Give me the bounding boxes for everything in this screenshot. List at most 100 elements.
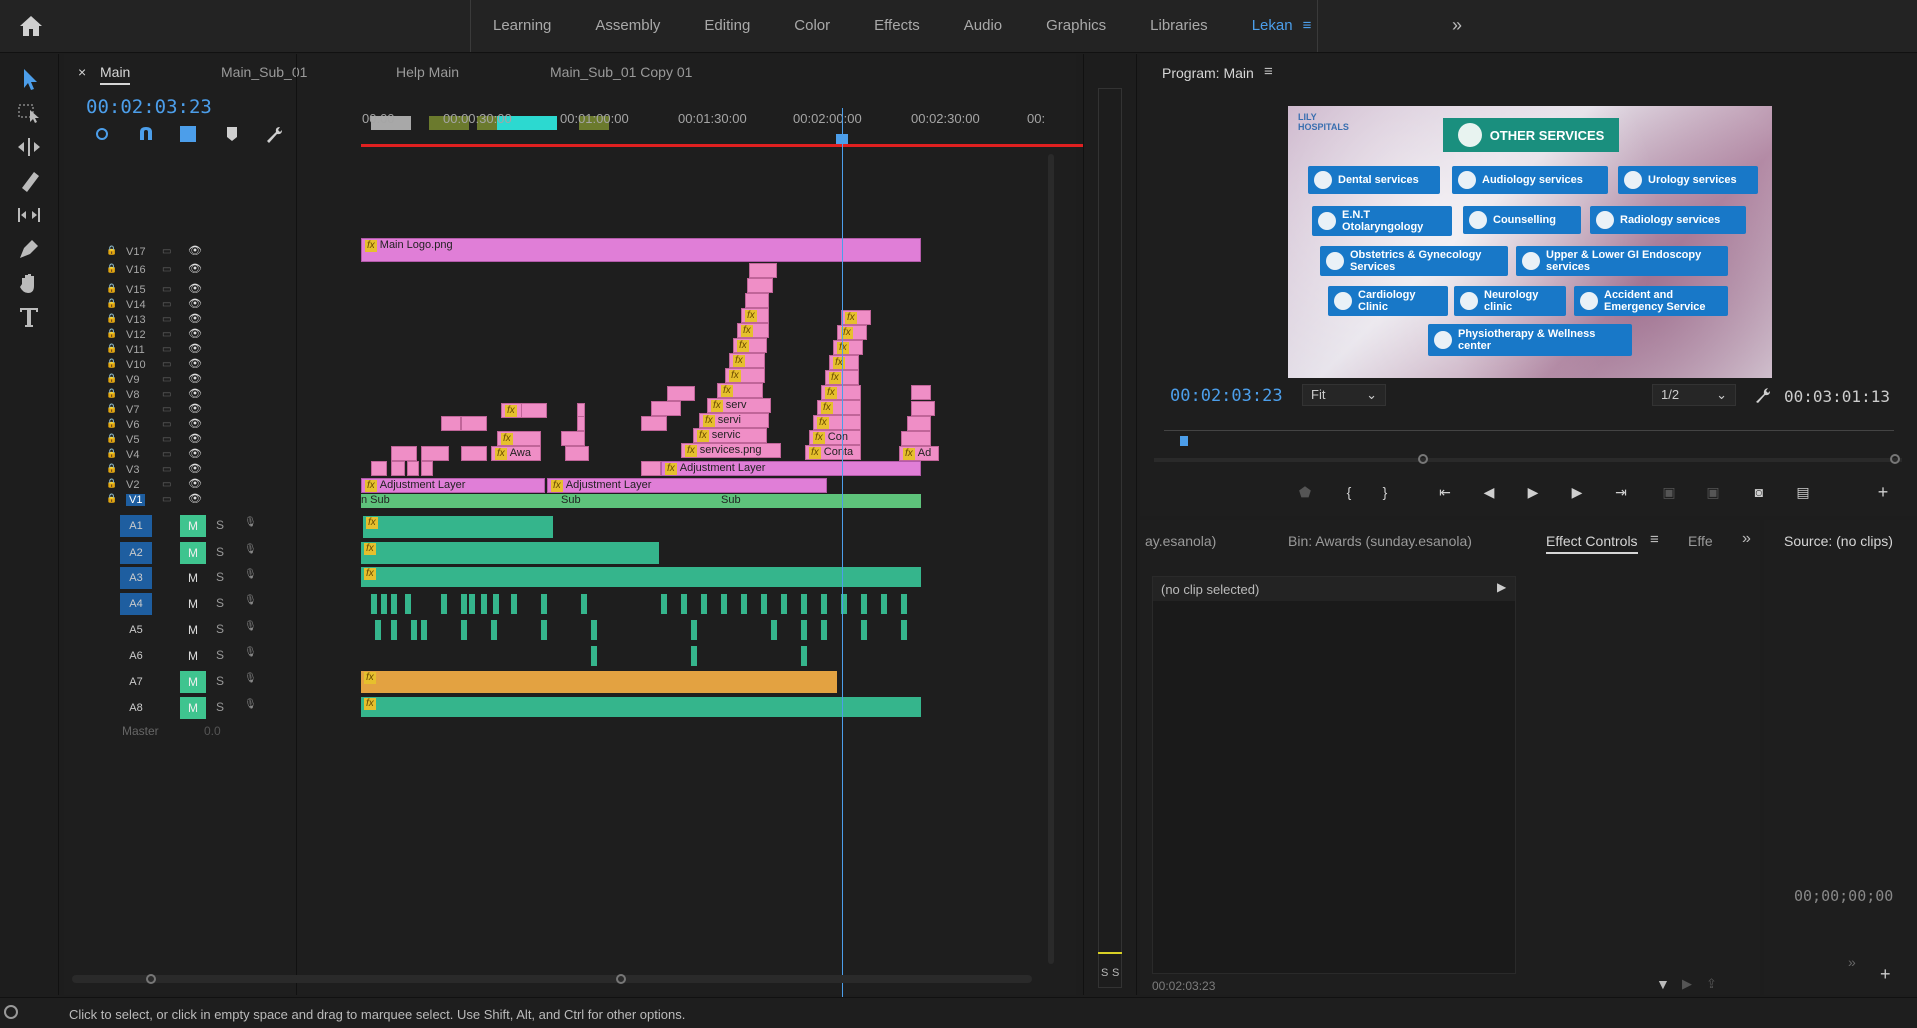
pink-clip[interactable]: fx: [725, 368, 765, 383]
pink-clip[interactable]: fx: [501, 403, 523, 418]
audio-waveform-clip[interactable]: [371, 594, 377, 614]
audio-waveform-clip[interactable]: [881, 594, 887, 614]
solo-button[interactable]: S: [216, 596, 224, 610]
pink-clip[interactable]: [911, 401, 935, 416]
eye-icon[interactable]: 👁: [188, 447, 202, 460]
workspace-menu-icon[interactable]: ≡: [1303, 0, 1312, 52]
solo-button[interactable]: S: [216, 700, 224, 714]
audio-waveform-clip[interactable]: [405, 594, 411, 614]
tab-main-sub-01[interactable]: Main_Sub_01: [221, 64, 307, 80]
track-name[interactable]: V9: [126, 374, 139, 386]
solo-right[interactable]: S: [1112, 967, 1119, 979]
filter-icon[interactable]: ▼: [1656, 976, 1670, 992]
pink-clip[interactable]: [441, 416, 461, 431]
audio-waveform-clip[interactable]: [469, 594, 475, 614]
track-select-tool-icon[interactable]: [16, 100, 42, 126]
pink-clip[interactable]: fx: [741, 308, 769, 323]
eye-icon[interactable]: 👁: [188, 417, 202, 430]
audio-waveform-clip[interactable]: [771, 620, 777, 640]
sync-lock-icon[interactable]: ▭: [162, 419, 171, 430]
eye-icon[interactable]: 👁: [188, 297, 202, 310]
wrench-icon[interactable]: [264, 124, 284, 144]
tab-bin-partial[interactable]: ay.esanola): [1145, 533, 1216, 549]
pink-clip[interactable]: fx Conta: [805, 445, 861, 460]
type-tool-icon[interactable]: [16, 304, 42, 330]
audio-waveform-clip[interactable]: [541, 594, 547, 614]
eye-icon[interactable]: 👁: [188, 492, 202, 505]
audio-waveform-clip[interactable]: [691, 620, 697, 640]
pink-clip[interactable]: fx: [841, 310, 871, 325]
pink-clip[interactable]: [901, 431, 931, 446]
lock-icon[interactable]: 🔒: [106, 343, 117, 354]
v1-clip[interactable]: Sub: [721, 494, 841, 508]
sync-lock-icon[interactable]: ▭: [162, 359, 171, 370]
audio-waveform-clip[interactable]: [441, 594, 447, 614]
go-to-in-icon[interactable]: ⇤: [1436, 483, 1454, 501]
solo-button[interactable]: S: [216, 648, 224, 662]
mic-icon[interactable]: 🎙: [244, 621, 257, 632]
sync-lock-icon[interactable]: ▭: [162, 329, 171, 340]
track-name[interactable]: V3: [126, 464, 139, 476]
selection-tool-icon[interactable]: [16, 66, 42, 92]
solo-button[interactable]: S: [216, 674, 224, 688]
workspace-audio[interactable]: Audio: [942, 0, 1024, 52]
mute-button[interactable]: M: [180, 515, 206, 537]
audio-waveform-clip[interactable]: [861, 594, 867, 614]
pink-clip[interactable]: [667, 386, 695, 401]
add-button-icon[interactable]: +: [1874, 483, 1892, 501]
pink-clip[interactable]: fx: [737, 323, 769, 338]
play-icon[interactable]: ▶: [1524, 483, 1542, 501]
sync-lock-icon[interactable]: ▭: [162, 284, 171, 295]
sync-lock-icon[interactable]: ▭: [162, 264, 171, 275]
lock-icon[interactable]: 🔒: [106, 433, 117, 444]
pink-clip[interactable]: [641, 416, 667, 431]
eye-icon[interactable]: 👁: [188, 432, 202, 445]
audio-waveform-clip[interactable]: [461, 594, 467, 614]
eye-icon[interactable]: 👁: [188, 372, 202, 385]
pink-clip[interactable]: [421, 461, 433, 476]
pink-clip[interactable]: fx: [717, 383, 763, 398]
go-to-out-icon[interactable]: ⇥: [1612, 483, 1630, 501]
playhead[interactable]: [842, 108, 843, 1008]
zoom-select[interactable]: Fit ⌄: [1302, 384, 1386, 406]
more-icon[interactable]: »: [1848, 954, 1856, 970]
pink-clip[interactable]: fx serv: [707, 398, 771, 413]
track-name[interactable]: A4: [120, 593, 152, 615]
pink-clip[interactable]: [371, 461, 387, 476]
lock-icon[interactable]: 🔒: [106, 358, 117, 369]
pink-clip[interactable]: [641, 461, 661, 476]
insert-icon[interactable]: ▣: [1660, 483, 1678, 501]
audio-waveform-clip[interactable]: [461, 620, 467, 640]
audio-clip-a3[interactable]: fx: [361, 567, 921, 587]
pink-clip[interactable]: fx servic: [693, 428, 767, 443]
audio-waveform-clip[interactable]: [761, 594, 767, 614]
overwrite-icon[interactable]: ▣: [1704, 483, 1722, 501]
eye-icon[interactable]: 👁: [188, 357, 202, 370]
pink-clip[interactable]: [461, 416, 487, 431]
resolution-select[interactable]: 1/2 ⌄: [1652, 384, 1736, 406]
audio-waveform-clip[interactable]: [821, 594, 827, 614]
nest-icon[interactable]: [92, 124, 112, 144]
source-title[interactable]: Source: (no clips): [1784, 533, 1893, 549]
sync-lock-icon[interactable]: ▭: [162, 449, 171, 460]
play-audio-icon[interactable]: ▶: [1682, 976, 1692, 992]
audio-waveform-clip[interactable]: [721, 594, 727, 614]
eye-icon[interactable]: 👁: [188, 387, 202, 400]
pink-clip[interactable]: fx: [729, 353, 765, 368]
master-value[interactable]: 0.0: [204, 724, 221, 738]
adjustment-layer-clip[interactable]: fx Adjustment Layer: [661, 461, 921, 476]
sync-lock-icon[interactable]: ▭: [162, 299, 171, 310]
mark-out-icon[interactable]: }: [1376, 483, 1394, 501]
track-name[interactable]: A5: [120, 619, 152, 641]
audio-clip-a1[interactable]: fx: [363, 516, 553, 538]
mic-icon[interactable]: 🎙: [244, 647, 257, 658]
audio-waveform-clip[interactable]: [591, 646, 597, 666]
audio-waveform-clip[interactable]: [591, 620, 597, 640]
sync-lock-icon[interactable]: ▭: [162, 314, 171, 325]
track-name[interactable]: V16: [126, 264, 146, 276]
audio-waveform-clip[interactable]: [821, 620, 827, 640]
mic-icon[interactable]: 🎙: [244, 595, 257, 606]
lock-icon[interactable]: 🔒: [106, 448, 117, 459]
track-name[interactable]: A7: [120, 671, 152, 693]
track-name[interactable]: V5: [126, 434, 139, 446]
